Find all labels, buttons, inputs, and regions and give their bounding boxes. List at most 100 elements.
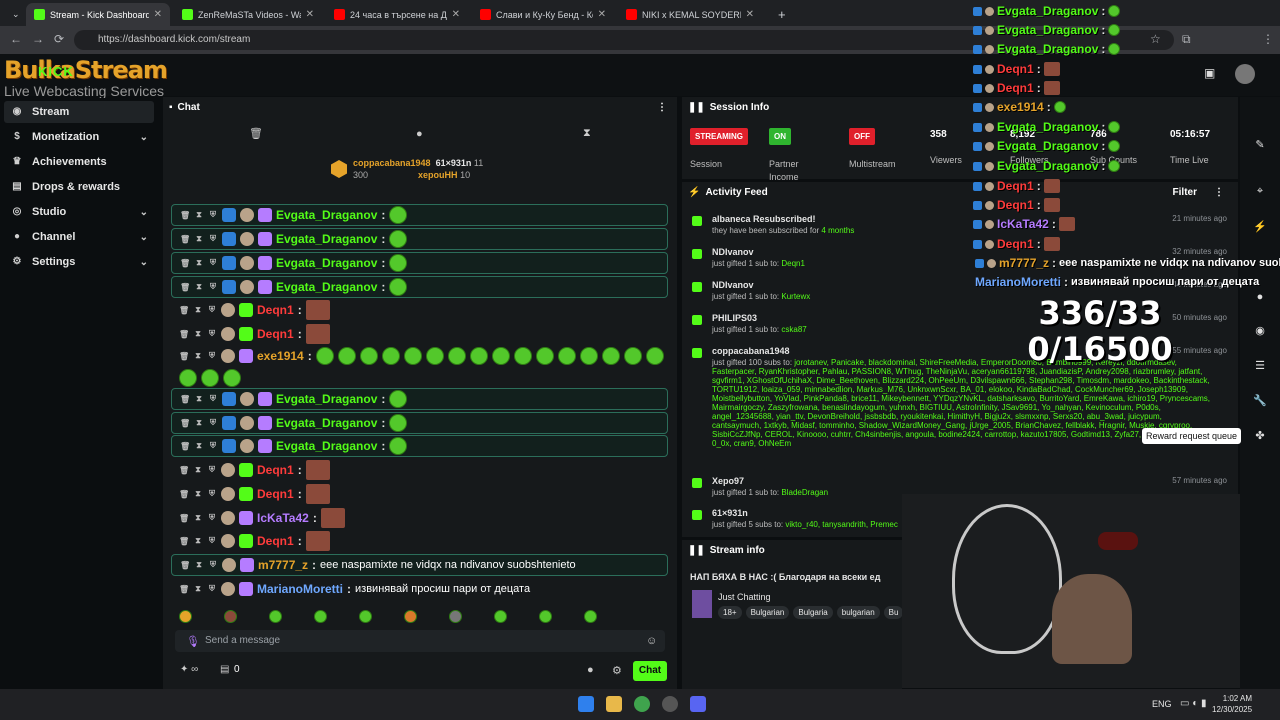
chat-username[interactable]: Evgata_Draganov [276,392,377,406]
screen-icon[interactable]: ▣ [1204,66,1215,80]
timeout-icon[interactable]: ⧗ [193,305,203,315]
tray-icons[interactable]: ▭ ◐ ▮ [1180,698,1207,709]
bolt-icon[interactable]: ⚡ [1250,217,1270,237]
reload-icon[interactable]: ⟳ [54,32,64,46]
pencil-icon[interactable]: ✎ [1250,135,1270,155]
delete-icon[interactable]: 🗑 [180,235,190,244]
browser-tab[interactable]: ZenReMaSTa Videos - Watch O ✕ [174,3,322,26]
trash-icon[interactable]: 🗑 [249,127,263,140]
sidebar-item-channel[interactable]: ● Channel ⌄ [4,226,154,248]
delete-icon[interactable]: 🗑 [179,352,189,361]
delete-icon[interactable]: 🗑 [180,442,190,451]
ban-icon[interactable]: ⛨ [208,234,218,244]
discord-icon[interactable] [690,696,706,712]
emote-icon[interactable] [359,609,372,623]
stream-tag[interactable]: Bu [883,606,904,619]
chat-message[interactable]: 🗑 ⧗ ⛨ Evgata_Draganov: [171,228,668,250]
points-icon[interactable]: ✦ ∞ [180,664,198,675]
sidebar-item-studio[interactable]: ◎ Studio ⌄ [4,201,154,223]
ban-icon[interactable]: ⛨ [207,329,217,339]
delete-icon[interactable]: 🗑 [180,211,190,220]
delete-icon[interactable]: 🗑 [179,514,189,523]
menu-icon[interactable]: ⋮ [1262,32,1274,46]
broadcast-icon[interactable]: ◉ [1250,321,1270,341]
chat-message[interactable]: 🗑 ⧗ ⛨ Evgata_Draganov: [171,252,668,274]
chat-username[interactable]: Deqn1 [257,327,294,341]
emote-icon[interactable] [179,609,192,623]
gear-icon[interactable]: ⚙ [612,664,622,677]
chat-username[interactable]: m7777_z [258,558,308,572]
list-icon[interactable]: ☰ [1250,356,1270,376]
chat-icon[interactable]: ● [1250,287,1270,307]
chat-username[interactable]: Deqn1 [257,303,294,317]
extensions-icon[interactable]: ⧉ [1182,32,1191,47]
stream-tag[interactable]: Bulgarian [745,606,790,619]
chat-message[interactable]: 🗑 ⧗ ⛨ MarianoMoretti: извинявай просиш пари … [171,578,668,600]
chat-message[interactable]: 🗑 ⧗ ⛨ Deqn1: [171,483,668,505]
filter-button[interactable]: Filter [1173,187,1197,198]
sidebar-item-stream[interactable]: ◉ Stream [4,101,154,123]
avatar[interactable] [1235,64,1255,84]
delete-icon[interactable]: 🗑 [180,419,190,428]
emote-icon[interactable] [404,609,417,623]
more-icon[interactable]: ⋮ [1214,187,1224,198]
emote-icon[interactable] [449,609,462,623]
new-tab-button[interactable]: + [770,3,790,26]
chat-message[interactable]: 🗑 ⧗ ⛨ m7777_z: eee naspamixte ne vidqx na nd… [171,554,668,576]
browser-tab[interactable]: NIKI x KEMAL SOYDERE PARITE ✕ [618,3,762,26]
browser-tab[interactable]: Stream - Kick Dashboard ✕ [26,3,170,26]
gift-icon[interactable]: ▤ [220,664,229,675]
chat-message[interactable]: 🗑 ⧗ ⛨ Evgata_Draganov: [171,204,668,226]
hourglass-icon[interactable]: ⧗ [583,127,591,140]
obs-icon[interactable] [662,696,678,712]
chat-message[interactable]: 🗑 ⧗ ⛨ Deqn1: [171,459,668,481]
chat-input[interactable]: Send a message [175,630,665,652]
chat-message[interactable]: 🗑 ⧗ ⛨ IcKaTa42: [171,507,668,529]
timeout-icon[interactable]: ⧗ [194,234,204,244]
wrench-icon[interactable]: 🔧 [1250,391,1270,411]
timeout-icon[interactable]: ⧗ [194,418,204,428]
sidebar-item-drops[interactable]: ▤ Drops & rewards [4,176,154,198]
timeout-icon[interactable]: ⧗ [194,441,204,451]
ban-icon[interactable]: ⛨ [207,513,217,523]
close-tab-icon[interactable]: ✕ [746,9,754,20]
chat-message[interactable]: 🗑 ⧗ ⛨ Evgata_Draganov: [171,388,668,410]
timeout-icon[interactable]: ⧗ [193,513,203,523]
timeout-icon[interactable]: ⧗ [194,210,204,220]
sidebar-item-achievements[interactable]: ♛ Achievements [4,151,154,173]
chat-message[interactable]: 🗑 ⧗ ⛨ Deqn1: [171,530,668,552]
timeout-icon[interactable]: ⧗ [193,465,203,475]
ban-icon[interactable]: ⛨ [207,584,217,594]
more-icon[interactable]: ⋮ [657,102,667,113]
chat-message[interactable]: 🗑 ⧗ ⛨ Deqn1: [171,299,668,321]
ban-icon[interactable]: ⛨ [207,465,217,475]
browser-tab[interactable]: 24 часа в търсене на Дяволск ✕ [326,3,468,26]
emote-icon[interactable] [584,609,597,623]
ban-icon[interactable]: ⛨ [208,441,218,451]
partner-on-badge[interactable]: ON [769,128,791,145]
multistream-off-badge[interactable]: OFF [849,128,875,145]
reward-queue-icon[interactable]: ✤ [1250,426,1270,446]
ban-icon[interactable]: ⛨ [207,536,217,546]
timeout-icon[interactable]: ⧗ [193,329,203,339]
timeout-icon[interactable]: ⧗ [193,536,203,546]
chat-message[interactable]: 🗑 ⧗ ⛨ Evgata_Draganov: [171,412,668,434]
chat-message[interactable]: 🗑 ⧗ ⛨ Deqn1: [171,323,668,345]
emote-icon[interactable] [224,609,237,623]
crosshair-icon[interactable]: ⌖ [1250,181,1270,201]
bookmark-star-icon[interactable]: ☆ [1150,32,1161,46]
file-explorer-icon[interactable] [606,696,622,712]
delete-icon[interactable]: 🗑 [179,537,189,546]
language-indicator[interactable]: ENG [1152,699,1172,709]
windows-start-icon[interactable] [578,696,594,712]
close-tab-icon[interactable]: ✕ [452,9,460,20]
chat-username[interactable]: IcKaTa42 [257,511,309,525]
ban-icon[interactable]: ⛨ [208,418,218,428]
ban-icon[interactable]: ⛨ [208,258,218,268]
timeout-icon[interactable]: ⧗ [194,394,204,404]
delete-icon[interactable]: 🗑 [179,306,189,315]
chrome-icon[interactable] [634,696,650,712]
stream-tag[interactable]: 18+ [718,606,742,619]
emoji-icon[interactable]: ☺ [646,635,657,647]
emote-icon[interactable] [494,609,507,623]
